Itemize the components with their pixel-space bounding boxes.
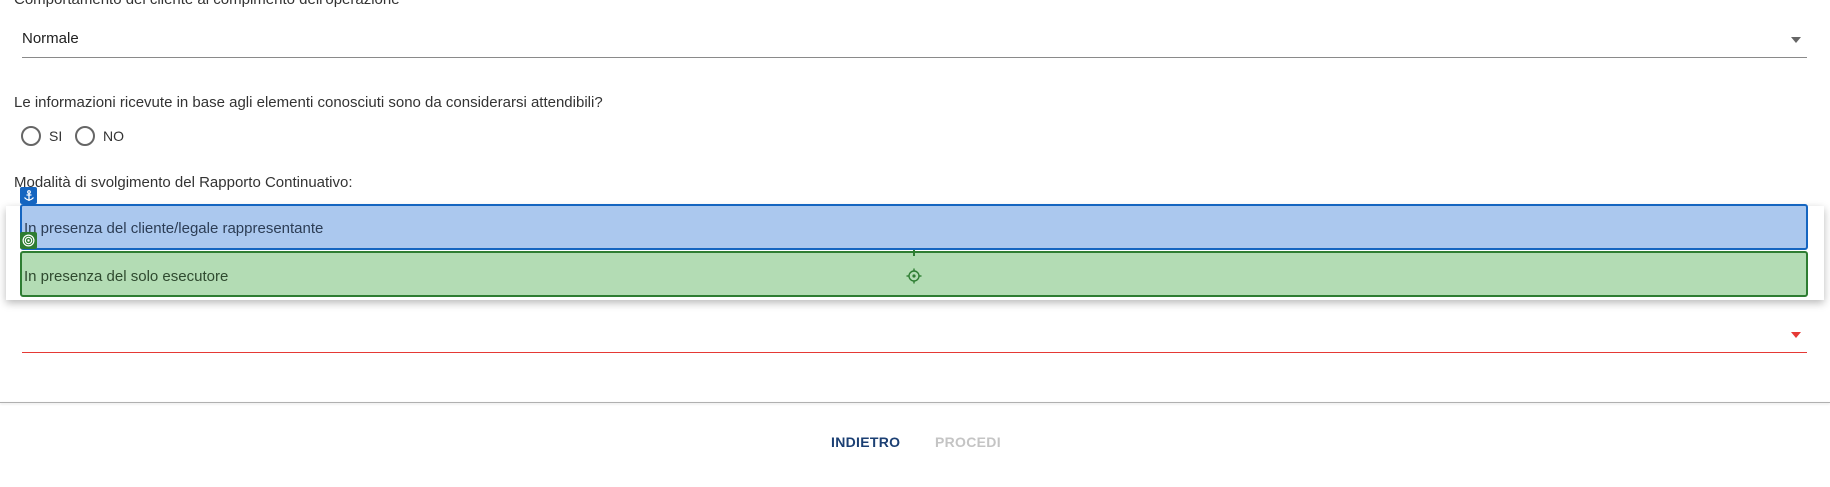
chevron-down-icon [1791, 37, 1801, 43]
anchor-badge [20, 187, 37, 204]
back-button[interactable]: INDIETRO [825, 430, 906, 454]
behaviour-select-value: Normale [22, 30, 79, 47]
select-underline [22, 57, 1807, 58]
crosshair-icon [906, 268, 922, 284]
mode-select[interactable] [22, 317, 1807, 353]
proceed-button[interactable]: PROCEDI [929, 430, 1007, 454]
radio-si[interactable]: SI [21, 124, 62, 148]
option-label: In presenza del cliente/legale rappresen… [24, 220, 324, 237]
chevron-down-icon [1791, 332, 1801, 338]
select-underline-error [22, 352, 1807, 353]
reliability-question: Le informazioni ricevute in base agli el… [14, 94, 603, 111]
radio-si-label: SI [49, 128, 63, 144]
footer-divider [0, 402, 1830, 403]
highlight-connector [913, 250, 915, 256]
behaviour-field-label: Comportamento del cliente al compimento … [14, 0, 400, 8]
anchor-icon [23, 189, 34, 201]
mode-label: Modalità di svolgimento del Rapporto Con… [14, 174, 353, 191]
behaviour-select[interactable]: Normale [22, 22, 1807, 58]
option-label: In presenza del solo esecutore [24, 268, 229, 285]
radio-circle-icon [75, 126, 95, 146]
target-icon [22, 234, 35, 247]
radio-circle-icon [21, 126, 41, 146]
option-cliente-legale[interactable]: In presenza del cliente/legale rappresen… [20, 204, 1808, 250]
radio-no[interactable]: NO [75, 124, 124, 148]
radio-no-label: NO [103, 128, 124, 144]
target-badge [20, 232, 37, 249]
